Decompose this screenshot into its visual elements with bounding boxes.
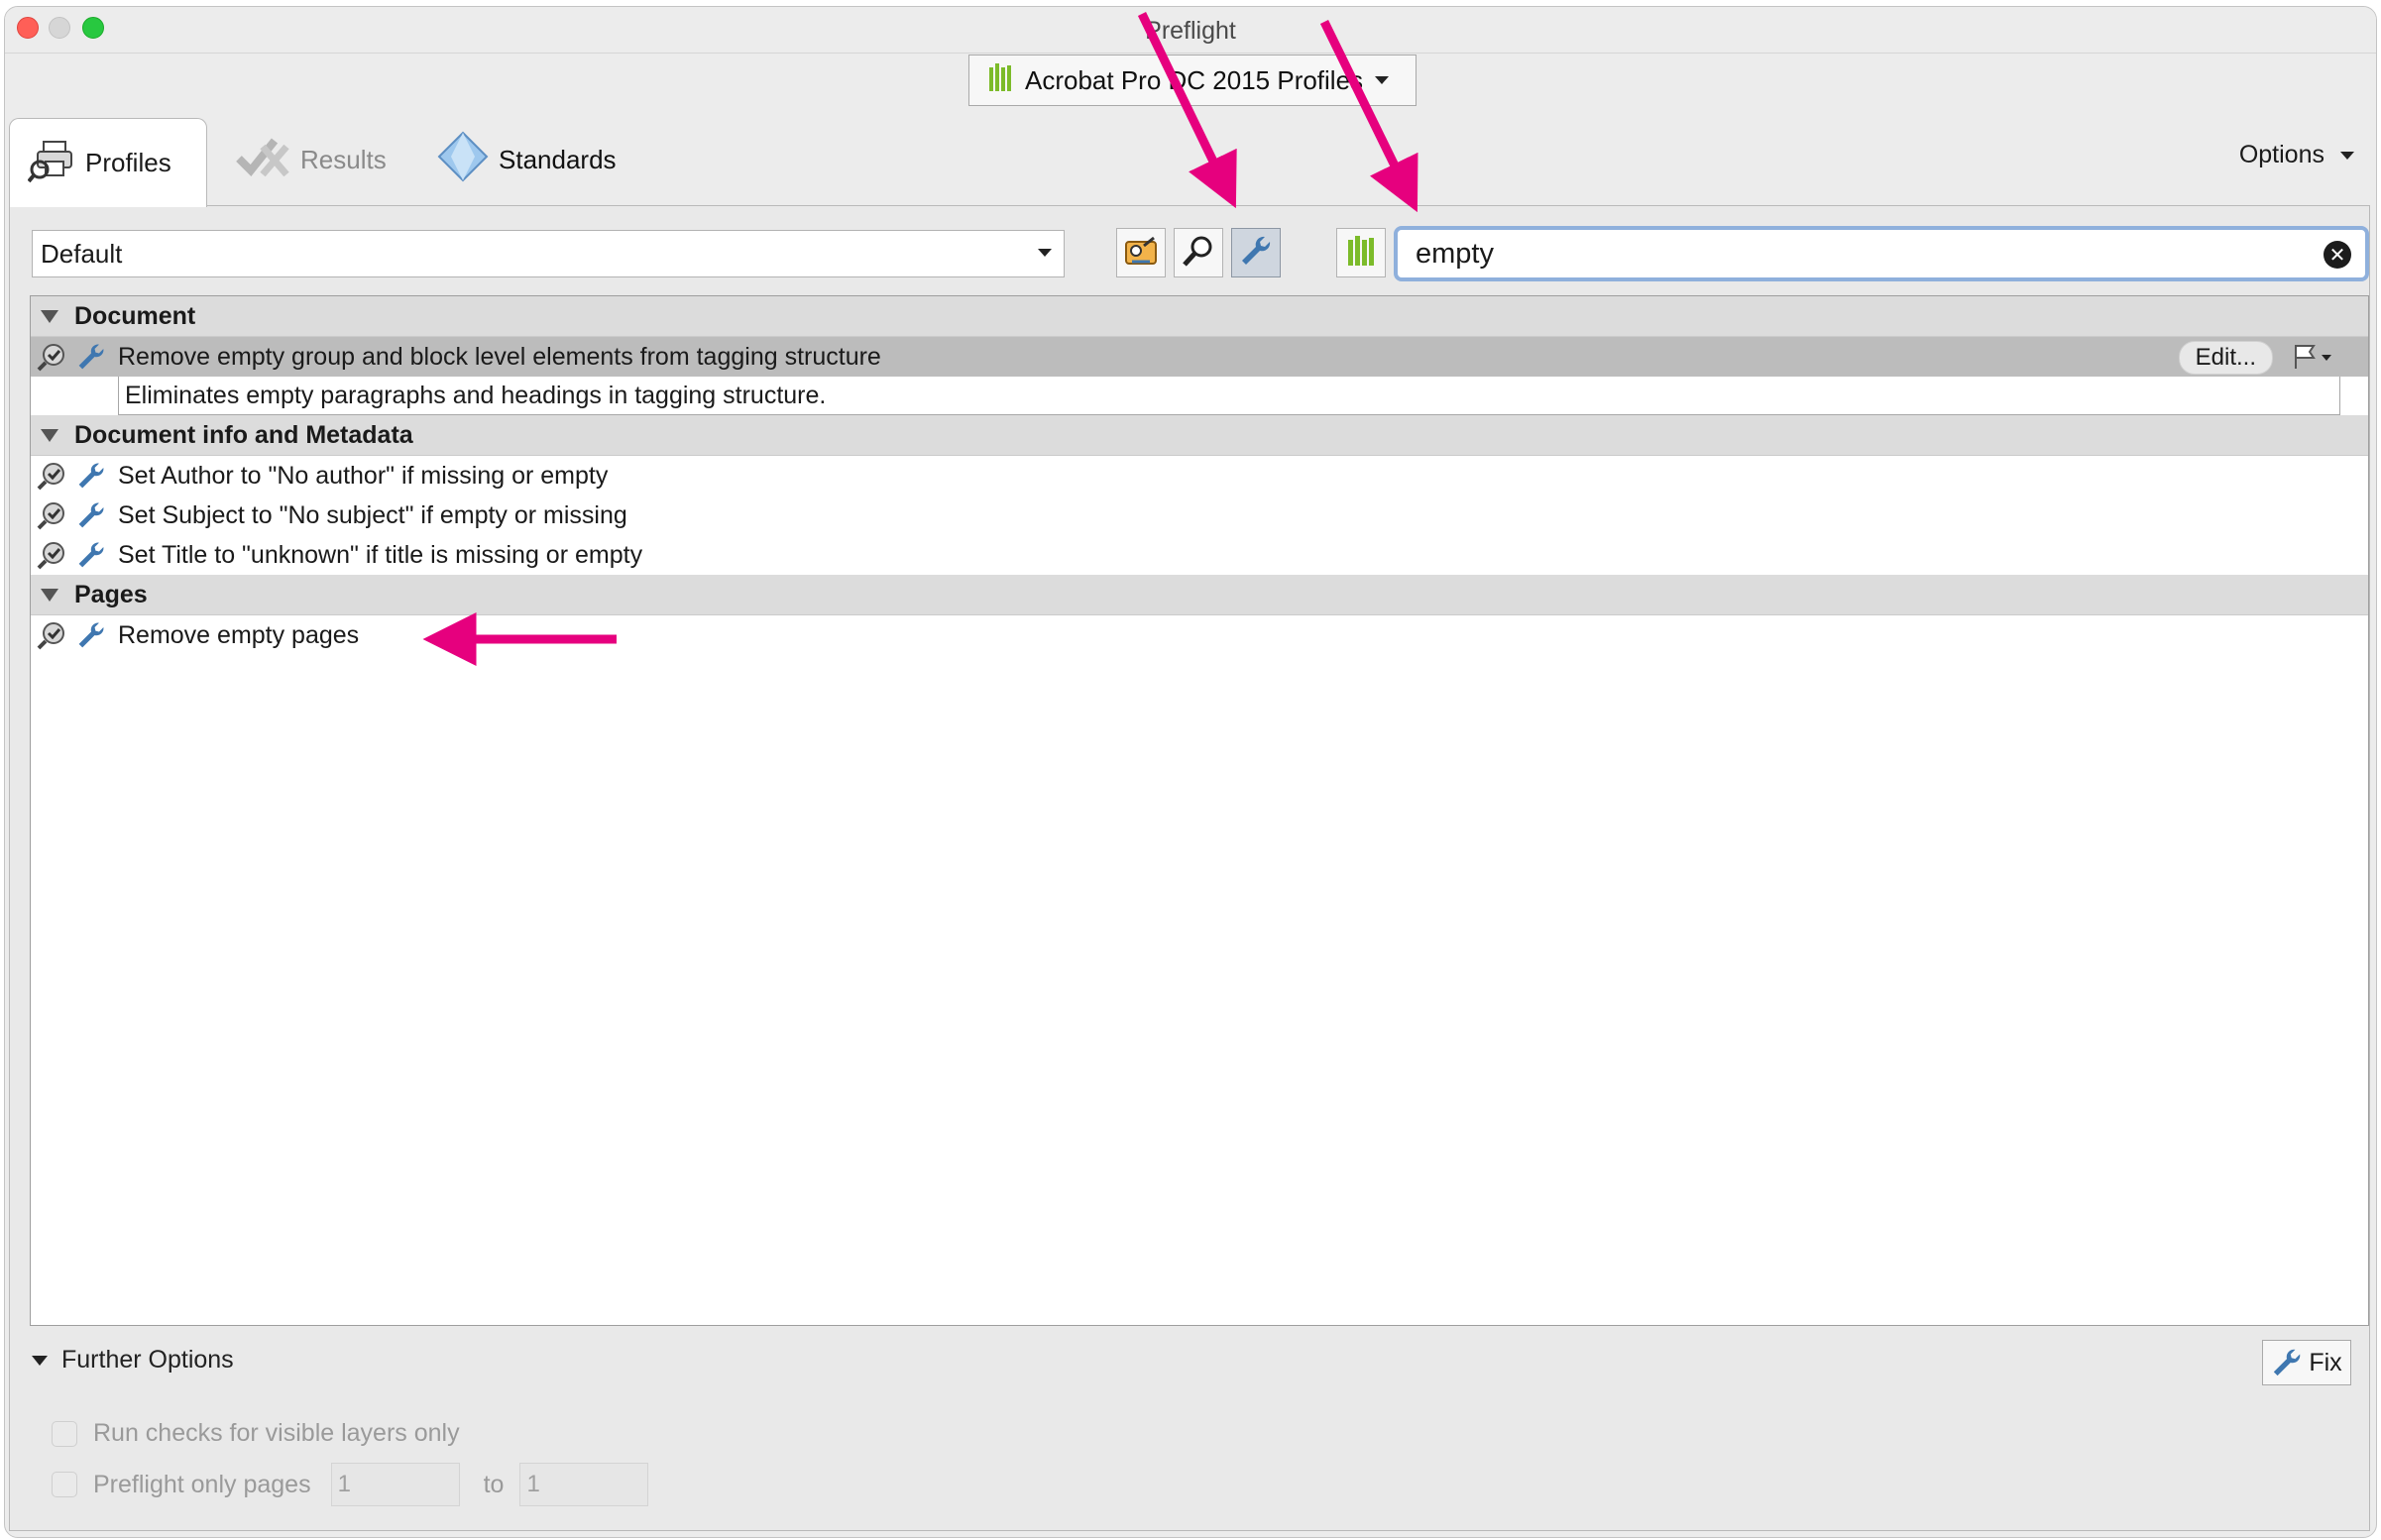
search-input[interactable]: empty ✕ <box>1394 226 2369 281</box>
page-to-field[interactable]: 1 <box>519 1463 649 1506</box>
chevron-down-icon <box>1375 76 1390 84</box>
list-item-label: Set Subject to "No subject" if empty or … <box>118 500 627 529</box>
wrench-icon <box>74 461 108 491</box>
profile-list-value: Default <box>41 238 123 269</box>
wrench-icon <box>1239 234 1273 273</box>
wrench-icon <box>74 500 108 530</box>
fix-button[interactable]: Fix <box>2262 1340 2351 1385</box>
clear-search-icon[interactable]: ✕ <box>2324 241 2351 269</box>
preflight-pages-label: Preflight only pages <box>93 1470 311 1498</box>
profile-set-label: Acrobat Pro DC 2015 Profiles <box>1025 64 1364 95</box>
check-magnifier-icon <box>37 500 66 530</box>
show-fixups-button[interactable] <box>1231 228 1281 277</box>
list-item[interactable]: Remove empty group and block level eleme… <box>31 337 2368 377</box>
group-name: Document <box>74 301 196 330</box>
group-header-document[interactable]: Document <box>31 296 2368 337</box>
wrench-icon <box>74 342 108 372</box>
list-item[interactable]: Set Title to "unknown" if title is missi… <box>31 535 2368 575</box>
search-input-value: empty <box>1416 237 1494 270</box>
list-item-label: Set Title to "unknown" if title is missi… <box>118 540 643 569</box>
group-header-document-info[interactable]: Document info and Metadata <box>31 415 2368 456</box>
magnifier-icon <box>1182 234 1215 273</box>
check-magnifier-icon <box>37 620 66 650</box>
visible-layers-checkbox[interactable] <box>52 1420 77 1447</box>
standards-diamond-icon <box>437 131 489 189</box>
wrench-icon <box>74 620 108 650</box>
visible-layers-label: Run checks for visible layers only <box>93 1419 460 1447</box>
to-label: to <box>483 1470 505 1498</box>
further-options-label: Further Options <box>61 1346 234 1374</box>
profiles-panel: Default empty ✕ Document Remove empty gr… <box>9 205 2370 1531</box>
show-checks-button[interactable] <box>1174 228 1223 277</box>
profile-set-dropdown[interactable]: Acrobat Pro DC 2015 Profiles <box>968 55 1417 106</box>
profiles-printer-icon <box>27 136 75 190</box>
show-profiles-button[interactable] <box>1116 228 1166 277</box>
profiles-badge-icon <box>1122 234 1160 273</box>
list-item[interactable]: Remove empty pages <box>31 615 2368 655</box>
tab-standards[interactable]: Standards <box>437 118 617 201</box>
tab-profiles-label: Profiles <box>85 148 171 177</box>
item-description: Eliminates empty paragraphs and headings… <box>118 377 2340 415</box>
tab-results[interactable]: Results <box>235 118 387 201</box>
page-from-field[interactable]: 1 <box>330 1463 460 1506</box>
check-magnifier-icon <box>37 461 66 491</box>
list-item[interactable]: Set Subject to "No subject" if empty or … <box>31 495 2368 535</box>
profile-list-dropdown[interactable]: Default <box>32 230 1065 277</box>
check-magnifier-icon <box>37 540 66 570</box>
visible-layers-option: Run checks for visible layers only <box>52 1419 460 1448</box>
wrench-icon <box>2271 1347 2303 1378</box>
list-item-label: Set Author to "No author" if missing or … <box>118 461 609 490</box>
tab-profiles[interactable]: Profiles <box>9 118 207 207</box>
library-icon <box>989 62 1011 98</box>
disclosure-triangle-icon <box>41 588 58 602</box>
tab-results-label: Results <box>300 144 387 174</box>
list-item-label: Remove empty pages <box>118 620 360 649</box>
preflight-pages-option: Preflight only pages 1 to 1 <box>52 1463 649 1506</box>
list-item-label: Remove empty group and block level eleme… <box>118 342 881 371</box>
edit-button[interactable]: Edit... <box>2178 341 2273 375</box>
chevron-down-icon <box>2340 151 2354 160</box>
tab-standards-label: Standards <box>499 144 617 174</box>
group-name: Pages <box>74 580 148 608</box>
preflight-pages-checkbox[interactable] <box>52 1472 77 1497</box>
title-bar: Preflight <box>5 7 2376 54</box>
disclosure-triangle-icon <box>41 428 58 442</box>
check-magnifier-icon <box>37 342 66 372</box>
show-libraries-button[interactable] <box>1336 228 1386 277</box>
window-title: Preflight <box>1145 17 1236 45</box>
list-item[interactable]: Set Author to "No author" if missing or … <box>31 456 2368 495</box>
options-label: Options <box>2238 141 2324 168</box>
wrench-icon <box>74 540 108 570</box>
group-name: Document info and Metadata <box>74 420 413 449</box>
disclosure-triangle-icon <box>41 309 58 323</box>
group-header-pages[interactable]: Pages <box>31 575 2368 615</box>
disclosure-triangle-icon <box>32 1355 48 1366</box>
flag-menu-button[interactable] <box>2287 340 2340 374</box>
fix-label: Fix <box>2309 1348 2342 1376</box>
library-icon <box>1348 235 1374 271</box>
preflight-window: Preflight Acrobat Pro DC 2015 Profiles P… <box>4 6 2377 1538</box>
results-check-icon <box>235 133 290 187</box>
further-options-toggle[interactable]: Further Options <box>32 1346 234 1375</box>
chevron-down-icon <box>1038 249 1052 257</box>
options-menu[interactable]: Options <box>2239 141 2354 169</box>
fixup-list: Document Remove empty group and block le… <box>30 295 2369 1326</box>
